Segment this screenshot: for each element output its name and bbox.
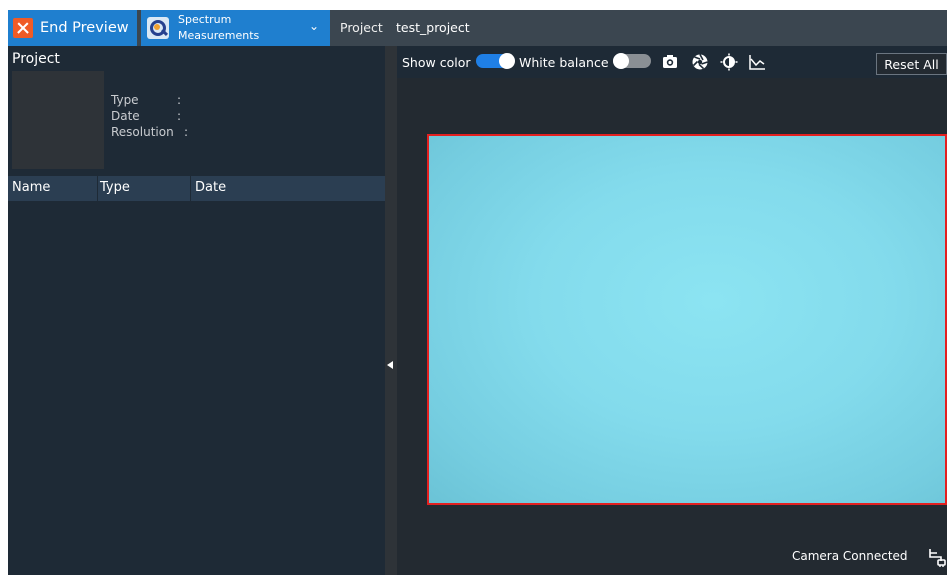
project-name: test_project [396,20,470,35]
camera-status-text: Camera Connected [792,549,908,563]
show-color-label: Show color [402,55,471,70]
camera-preview-image[interactable] [427,134,947,505]
column-type-header[interactable]: Type [100,180,130,195]
meta-resolution-sep: : [184,125,189,139]
meta-resolution-label: Resolution [111,125,174,139]
app-window: End Preview Spectrum Measurements ⌄ Proj… [8,10,947,575]
project-panel: Project Type : Date : Resolution : Name … [8,46,385,575]
camera-icon[interactable] [661,53,679,71]
panel-splitter[interactable] [385,46,397,575]
meta-type-sep: : [177,93,182,107]
white-balance-label: White balance [519,55,609,70]
chevron-down-icon: ⌄ [309,19,320,33]
file-table-body [8,201,385,575]
project-thumbnail [12,71,104,169]
collapse-arrow-icon[interactable] [387,361,393,369]
preview-panel: Show color White balance Reset All Camer… [397,46,947,575]
chart-icon[interactable] [748,53,766,71]
show-color-toggle[interactable] [476,53,515,69]
toggle-knob [613,53,629,69]
project-label: Project [340,20,383,35]
contrast-icon[interactable] [720,53,738,71]
plug-icon [929,549,946,567]
meta-date-row: Date : [111,109,181,123]
top-bar: End Preview Spectrum Measurements ⌄ Proj… [8,10,947,46]
spectrum-search-icon [147,17,169,39]
file-table-header: Name Type Date [8,176,385,201]
white-balance-toggle[interactable] [613,53,651,69]
column-date-header[interactable]: Date [195,180,226,195]
mode-label-line2: Measurements [178,29,260,42]
reset-all-button[interactable]: Reset All [876,53,947,75]
column-divider[interactable] [97,176,98,201]
panel-title: Project [12,51,60,67]
meta-date-sep: : [177,109,182,123]
end-preview-label: End Preview [40,20,129,36]
mode-label-line1: Spectrum [178,13,232,26]
meta-resolution-row: Resolution : [111,125,188,139]
aperture-icon[interactable] [691,53,709,71]
column-name-header[interactable]: Name [12,180,50,195]
close-icon [13,18,33,38]
mode-dropdown[interactable]: Spectrum Measurements ⌄ [141,10,330,46]
preview-toolbar: Show color White balance Reset All [397,46,947,78]
end-preview-button[interactable]: End Preview [8,10,137,46]
meta-type-label: Type [111,93,139,107]
toggle-knob [499,53,515,69]
meta-date-label: Date [111,109,140,123]
meta-type-row: Type : [111,93,181,107]
column-divider[interactable] [190,176,191,201]
